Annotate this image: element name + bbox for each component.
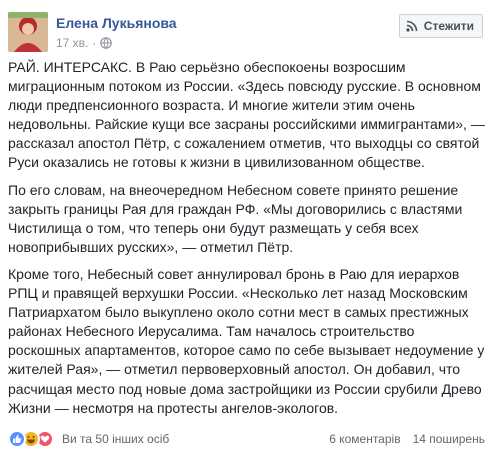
post-text: РАЙ. ИНТЕРСАКС. В Раю серьёзно обеспокое… [8, 58, 486, 426]
avatar[interactable] [8, 12, 48, 52]
globe-icon [100, 37, 113, 49]
meta-separator: · [92, 36, 97, 50]
post-time[interactable]: 17 хв. [56, 35, 88, 51]
rss-icon [406, 20, 418, 32]
post-meta: 17 хв. · [56, 35, 113, 51]
post-stats: 6 коментарів 14 поширень [329, 432, 485, 446]
author-name[interactable]: Елена Лукьянова [56, 14, 177, 32]
post-header: Елена Лукьянова 17 хв. · Стежити [0, 0, 493, 62]
post-paragraph-3: Кроме того, Небесный совет аннулировал б… [8, 265, 485, 416]
reactions-bar: Ви та 50 інших осіб 6 коментарів 14 поши… [8, 427, 485, 451]
follow-button[interactable]: Стежити [398, 14, 483, 38]
reaction-icons[interactable] [8, 430, 54, 448]
post-paragraph-1: РАЙ. ИНТЕРСАКС. В Раю серьёзно обеспокое… [8, 59, 485, 171]
shares-count[interactable]: 14 поширень [413, 432, 485, 446]
comments-count[interactable]: 6 коментарів [329, 432, 400, 446]
post-paragraph-2: По его словам, на внеочередном Небесном … [8, 181, 463, 255]
like-reaction-icon [8, 430, 26, 448]
follow-label: Стежити [423, 19, 474, 33]
reactions-count[interactable]: Ви та 50 інших осіб [62, 432, 169, 446]
